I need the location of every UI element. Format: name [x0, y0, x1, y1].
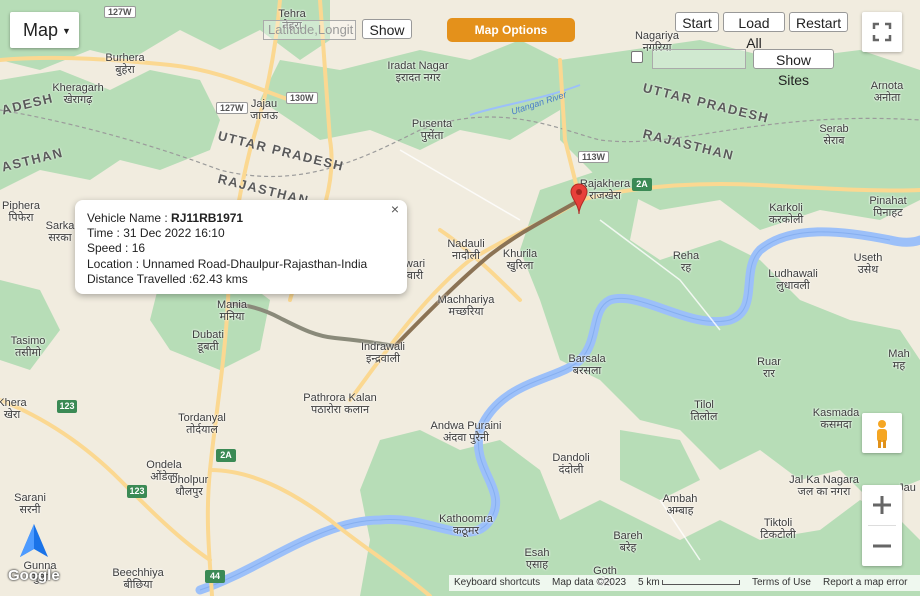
highway-shield: 2A — [632, 178, 652, 191]
sites-input[interactable] — [652, 49, 746, 69]
place-label: Machhariya मच्छरिया — [437, 294, 495, 318]
place-label: Bareh बरेह — [613, 530, 643, 554]
highway-shield: 130W — [286, 92, 318, 104]
place-label: Jajau जाजऊ — [250, 98, 278, 122]
map-data: Map data ©2023 — [552, 577, 627, 588]
place-label: Ludhawali लुधावली — [768, 268, 818, 292]
show-button[interactable]: Show — [362, 19, 412, 39]
chevron-down-icon: ▼ — [62, 26, 71, 37]
place-label: Esah एसाह — [524, 547, 550, 571]
highway-shield: 44 — [205, 570, 225, 583]
place-label: Tordanyal तोर्दयाल — [178, 412, 226, 436]
place-label: Dholpur धौलपुर — [169, 474, 209, 498]
place-label: Mah मह — [888, 348, 910, 372]
place-label: wari वारी — [404, 258, 426, 282]
vehicle-name-value: RJ11RB1971 — [171, 211, 244, 225]
place-label: Mania मनिया — [217, 299, 247, 323]
terms-link[interactable]: Terms of Use — [752, 577, 811, 588]
place-label: Piphera पिफेरा — [2, 200, 40, 224]
highway-shield: 123 — [127, 485, 147, 498]
vehicle-marker-icon[interactable] — [570, 183, 588, 215]
fullscreen-icon — [872, 22, 892, 42]
place-label: Kasmada कसमदा — [812, 407, 860, 431]
highway-shield: 113W — [578, 151, 610, 163]
place-label: Pusenta पुसेंता — [411, 118, 453, 142]
place-label: Iradat Nagar इरादत नगर — [387, 60, 449, 84]
fullscreen-button[interactable] — [862, 12, 902, 52]
vehicle-time: Time : 31 Dec 2022 16:10 — [87, 226, 225, 241]
zoom-out-icon[interactable] — [862, 526, 902, 566]
place-label: Tilol तिलोल — [690, 399, 718, 423]
report-error-link[interactable]: Report a map error — [823, 577, 907, 588]
vehicle-info-window: × Vehicle Name : RJ11RB1971 Time : 31 De… — [75, 200, 407, 294]
zoom-control — [862, 485, 902, 566]
highway-shield: 127W — [104, 6, 136, 18]
place-label: Ambah अम्बाह — [662, 493, 698, 517]
highway-shield: 127W — [216, 102, 248, 114]
close-icon[interactable]: × — [387, 201, 403, 217]
place-label: Pinahat पिनाहट — [869, 195, 907, 219]
highway-shield: 123 — [57, 400, 77, 413]
latlong-input[interactable]: Latitude,Longit — [263, 20, 356, 40]
place-label: Kheragarh खेरागढ़ — [52, 82, 104, 106]
place-label: Tiktoli टिकटोली — [760, 517, 796, 541]
place-label: Sarani सरनी — [14, 492, 46, 516]
place-label: Kathoomra कठूमर — [439, 513, 493, 537]
start-button[interactable]: Start — [675, 12, 719, 32]
restart-button[interactable]: Restart — [789, 12, 848, 32]
vehicle-location: Location : Unnamed Road-Dhaulpur-Rajasth… — [87, 256, 368, 271]
place-label: Barsala बरसला — [568, 353, 606, 377]
vehicle-speed: Speed : 16 — [87, 241, 146, 256]
vehicle-name-label: Vehicle Name : — [87, 211, 172, 225]
show-sites-button[interactable]: Show Sites — [753, 49, 834, 88]
keyboard-shortcuts-link[interactable]: Keyboard shortcuts — [454, 577, 540, 588]
map-options-button[interactable]: Map Options — [447, 18, 575, 42]
place-label: Khurila खुरिला — [502, 248, 538, 272]
scale-bar — [662, 580, 740, 585]
place-label: Karkoli करकोली — [768, 202, 804, 226]
vehicle-name-row: Vehicle Name : RJ11RB1971 — [87, 211, 407, 226]
place-label: Reha रह — [672, 250, 700, 274]
pegman-icon — [877, 420, 887, 448]
north-arrow-icon — [20, 524, 48, 557]
place-label: Pathrora Kalan पठारोरा कलान — [303, 392, 377, 416]
place-label: Beechhiya बीछिया — [112, 567, 164, 591]
vehicle-distance: Distance Travelled :62.43 kms — [87, 271, 248, 286]
place-label: Burhera बुहेरा — [105, 52, 145, 76]
place-label: Indrawali इन्द्रवाली — [360, 341, 406, 365]
place-label: Nadauli नादौली — [447, 238, 485, 262]
place-label: Useth उसेथ — [853, 252, 883, 276]
place-label: Sarka सरका — [45, 220, 75, 244]
highway-shield: 2A — [216, 449, 236, 462]
place-label: Jal Ka Nagara जल का नगरा — [789, 474, 859, 498]
google-logo: Google — [8, 567, 60, 584]
map-type-dropdown[interactable]: Map ▼ — [10, 12, 79, 48]
place-label: Ruar रार — [757, 356, 781, 380]
map-type-label: Map — [23, 20, 59, 40]
place-label: Dubati डूबती — [192, 329, 224, 353]
scale-label: 5 km — [638, 577, 660, 588]
map-footer: Keyboard shortcuts Map data ©2023 5 km T… — [449, 575, 920, 591]
place-label: Arnota अनोता — [870, 80, 904, 104]
zoom-in-icon[interactable] — [862, 485, 902, 525]
place-label: Serab सेराब — [819, 123, 849, 147]
place-label: Khera खेरा — [0, 397, 27, 421]
sites-checkbox[interactable] — [631, 51, 643, 63]
street-view-pegman[interactable] — [862, 413, 902, 453]
load-all-button[interactable]: Load All — [723, 12, 785, 51]
place-label: Dandoli दंदोली — [552, 452, 590, 476]
map-canvas[interactable]: Tehra तेहरा Burhera बुहेरा Kheragarh खेरागढ़ J… — [0, 0, 920, 596]
place-label: Andwa Puraini अंदवा पुरैनी — [430, 420, 502, 444]
place-label: Tasimo तसीमो — [10, 335, 46, 359]
